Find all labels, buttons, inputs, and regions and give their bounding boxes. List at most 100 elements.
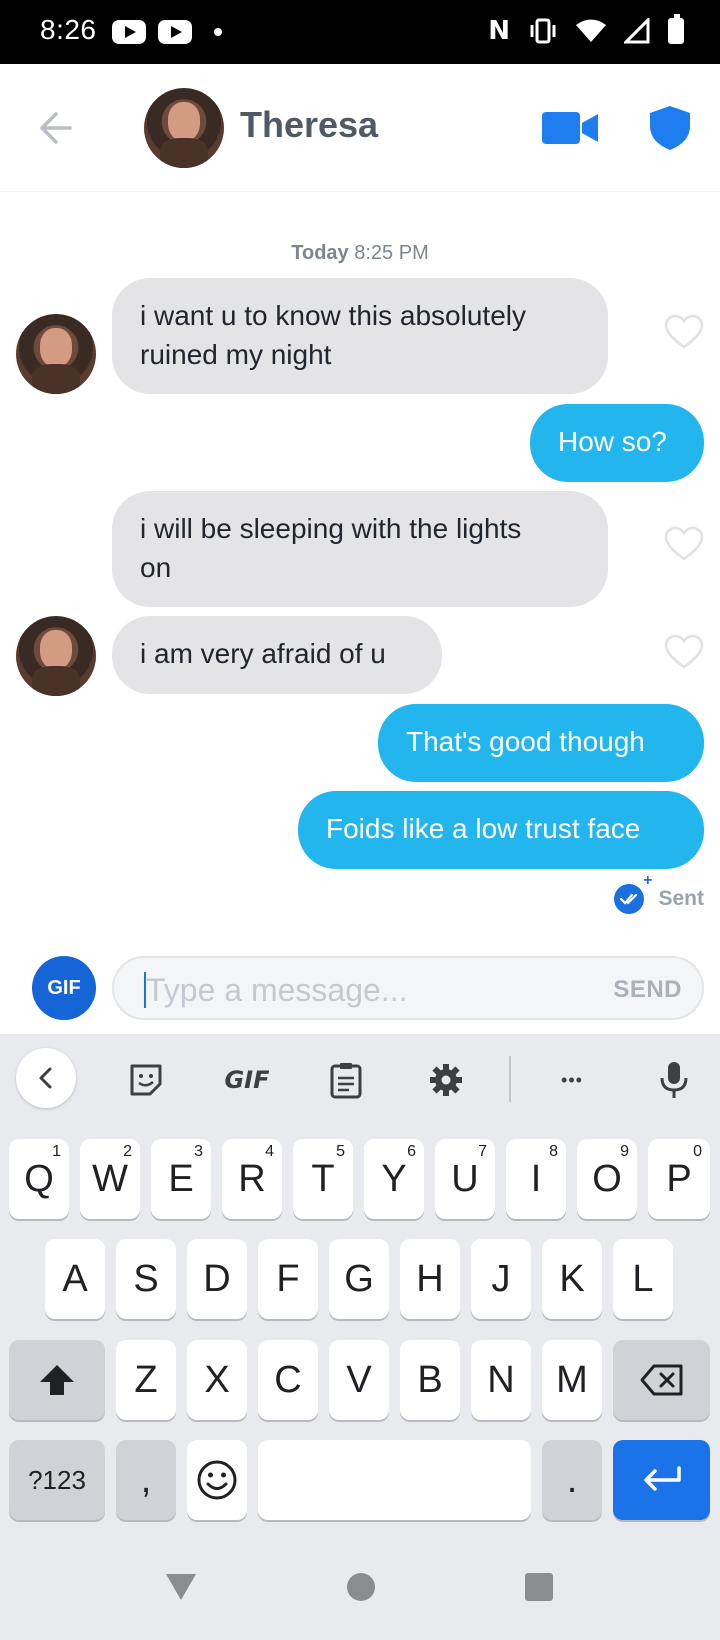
key-z[interactable]: Z — [116, 1340, 176, 1420]
gif-keyboard-button[interactable]: GIF — [222, 1060, 272, 1100]
gif-button[interactable]: GIF — [32, 956, 96, 1020]
key-d[interactable]: D — [187, 1239, 247, 1319]
key-a[interactable]: A — [45, 1239, 105, 1319]
like-heart-icon[interactable] — [664, 314, 704, 350]
key-label: U — [451, 1157, 479, 1200]
key-o[interactable]: O9 — [577, 1139, 637, 1219]
emoji-smiley-icon — [197, 1460, 237, 1500]
key-s[interactable]: S — [116, 1239, 176, 1319]
status-bar: 8:26 N — [0, 0, 720, 64]
key-hint: 1 — [52, 1143, 61, 1160]
key-hint: 2 — [123, 1143, 132, 1160]
toolbar-divider — [509, 1056, 511, 1102]
shift-arrow-icon — [40, 1365, 74, 1395]
key-y[interactable]: Y6 — [364, 1139, 424, 1219]
key-k[interactable]: K — [542, 1239, 602, 1319]
delivery-status: Sent — [614, 872, 704, 914]
battery-icon — [668, 14, 684, 44]
safety-shield-icon[interactable] — [648, 104, 692, 152]
collapse-toolbar-button[interactable] — [16, 1048, 76, 1108]
shift-key[interactable] — [9, 1340, 105, 1420]
key-label: Y — [381, 1157, 407, 1200]
message-text: i want u to know this absolutely — [140, 300, 526, 331]
space-bar[interactable] — [258, 1440, 531, 1520]
like-heart-icon[interactable] — [664, 634, 704, 670]
period-key[interactable]: . — [542, 1440, 602, 1520]
clipboard-icon[interactable] — [326, 1060, 366, 1100]
send-button[interactable]: SEND — [613, 976, 682, 1004]
more-notifications-icon — [214, 28, 222, 36]
key-hint: 8 — [549, 1143, 558, 1160]
system-navigation-bar — [0, 1540, 720, 1640]
key-p[interactable]: P0 — [648, 1139, 710, 1219]
key-l[interactable]: L — [613, 1239, 673, 1319]
settings-gear-icon[interactable] — [426, 1060, 466, 1100]
key-c[interactable]: C — [258, 1340, 318, 1420]
key-g[interactable]: G — [329, 1239, 389, 1319]
message-input[interactable]: Type a message... SEND — [112, 956, 704, 1020]
key-label: E — [168, 1157, 194, 1200]
key-r[interactable]: R4 — [222, 1139, 282, 1219]
key-hint: 6 — [407, 1143, 416, 1160]
sender-avatar[interactable] — [16, 616, 96, 696]
sent-check-icon — [614, 872, 652, 914]
key-label: P — [666, 1157, 692, 1200]
contact-avatar[interactable] — [144, 88, 224, 168]
outgoing-message[interactable]: That's good though — [378, 704, 704, 782]
key-b[interactable]: B — [400, 1340, 460, 1420]
vibrate-icon — [530, 18, 556, 44]
key-h[interactable]: H — [400, 1239, 460, 1319]
message-text: i am very afraid of u — [140, 638, 386, 669]
symbols-key[interactable]: ?123 — [9, 1440, 105, 1520]
backspace-icon — [640, 1364, 682, 1396]
key-n[interactable]: N — [471, 1340, 531, 1420]
key-hint: 4 — [265, 1143, 274, 1160]
keyboard-toolbar: GIF ••• — [0, 1034, 720, 1122]
microphone-icon[interactable] — [654, 1060, 694, 1100]
youtube-notification-icon — [158, 20, 192, 44]
key-q[interactable]: Q1 — [9, 1139, 69, 1219]
key-e[interactable]: E3 — [151, 1139, 211, 1219]
key-x[interactable]: X — [187, 1340, 247, 1420]
key-hint: 3 — [194, 1143, 203, 1160]
key-i[interactable]: I8 — [506, 1139, 566, 1219]
like-heart-icon[interactable] — [664, 526, 704, 562]
nav-recents-icon[interactable] — [524, 1572, 554, 1602]
message-timestamp: Today 8:25 PM — [0, 242, 720, 265]
message-text: on — [140, 552, 172, 583]
incoming-message[interactable]: i am very afraid of u — [112, 616, 442, 694]
incoming-message[interactable]: i will be sleeping with the lights on — [112, 491, 608, 607]
message-text: i will be sleeping with the lights — [140, 513, 522, 544]
comma-key[interactable]: , — [116, 1440, 176, 1520]
key-hint: 7 — [478, 1143, 487, 1160]
key-t[interactable]: T5 — [293, 1139, 353, 1219]
timestamp-day: Today — [291, 242, 349, 264]
key-j[interactable]: J — [471, 1239, 531, 1319]
back-arrow-icon[interactable] — [34, 108, 74, 148]
sticker-icon[interactable] — [126, 1060, 166, 1100]
message-placeholder: Type a message... — [146, 972, 408, 1008]
sender-avatar[interactable] — [16, 314, 96, 394]
incoming-message[interactable]: i want u to know this absolutely ruined … — [112, 278, 608, 394]
outgoing-message[interactable]: Foids like a low trust face — [298, 791, 704, 869]
more-options-icon[interactable]: ••• — [552, 1060, 592, 1100]
message-text: That's good though — [406, 726, 645, 757]
sent-label: Sent — [658, 887, 704, 910]
key-u[interactable]: U7 — [435, 1139, 495, 1219]
nav-home-icon[interactable] — [346, 1572, 376, 1602]
key-label: W — [92, 1157, 128, 1200]
key-f[interactable]: F — [258, 1239, 318, 1319]
outgoing-message[interactable]: How so? — [530, 404, 704, 482]
nav-back-icon[interactable] — [164, 1572, 198, 1602]
message-text: Foids like a low trust face — [326, 813, 641, 844]
contact-name[interactable]: Theresa — [240, 104, 378, 146]
chat-header: Theresa — [0, 64, 720, 192]
enter-key[interactable] — [613, 1440, 710, 1520]
key-m[interactable]: M — [542, 1340, 602, 1420]
backspace-key[interactable] — [613, 1340, 710, 1420]
video-call-icon[interactable] — [542, 110, 598, 146]
key-w[interactable]: W2 — [80, 1139, 140, 1219]
wifi-icon — [576, 19, 606, 42]
key-v[interactable]: V — [329, 1340, 389, 1420]
emoji-key[interactable] — [187, 1440, 247, 1520]
